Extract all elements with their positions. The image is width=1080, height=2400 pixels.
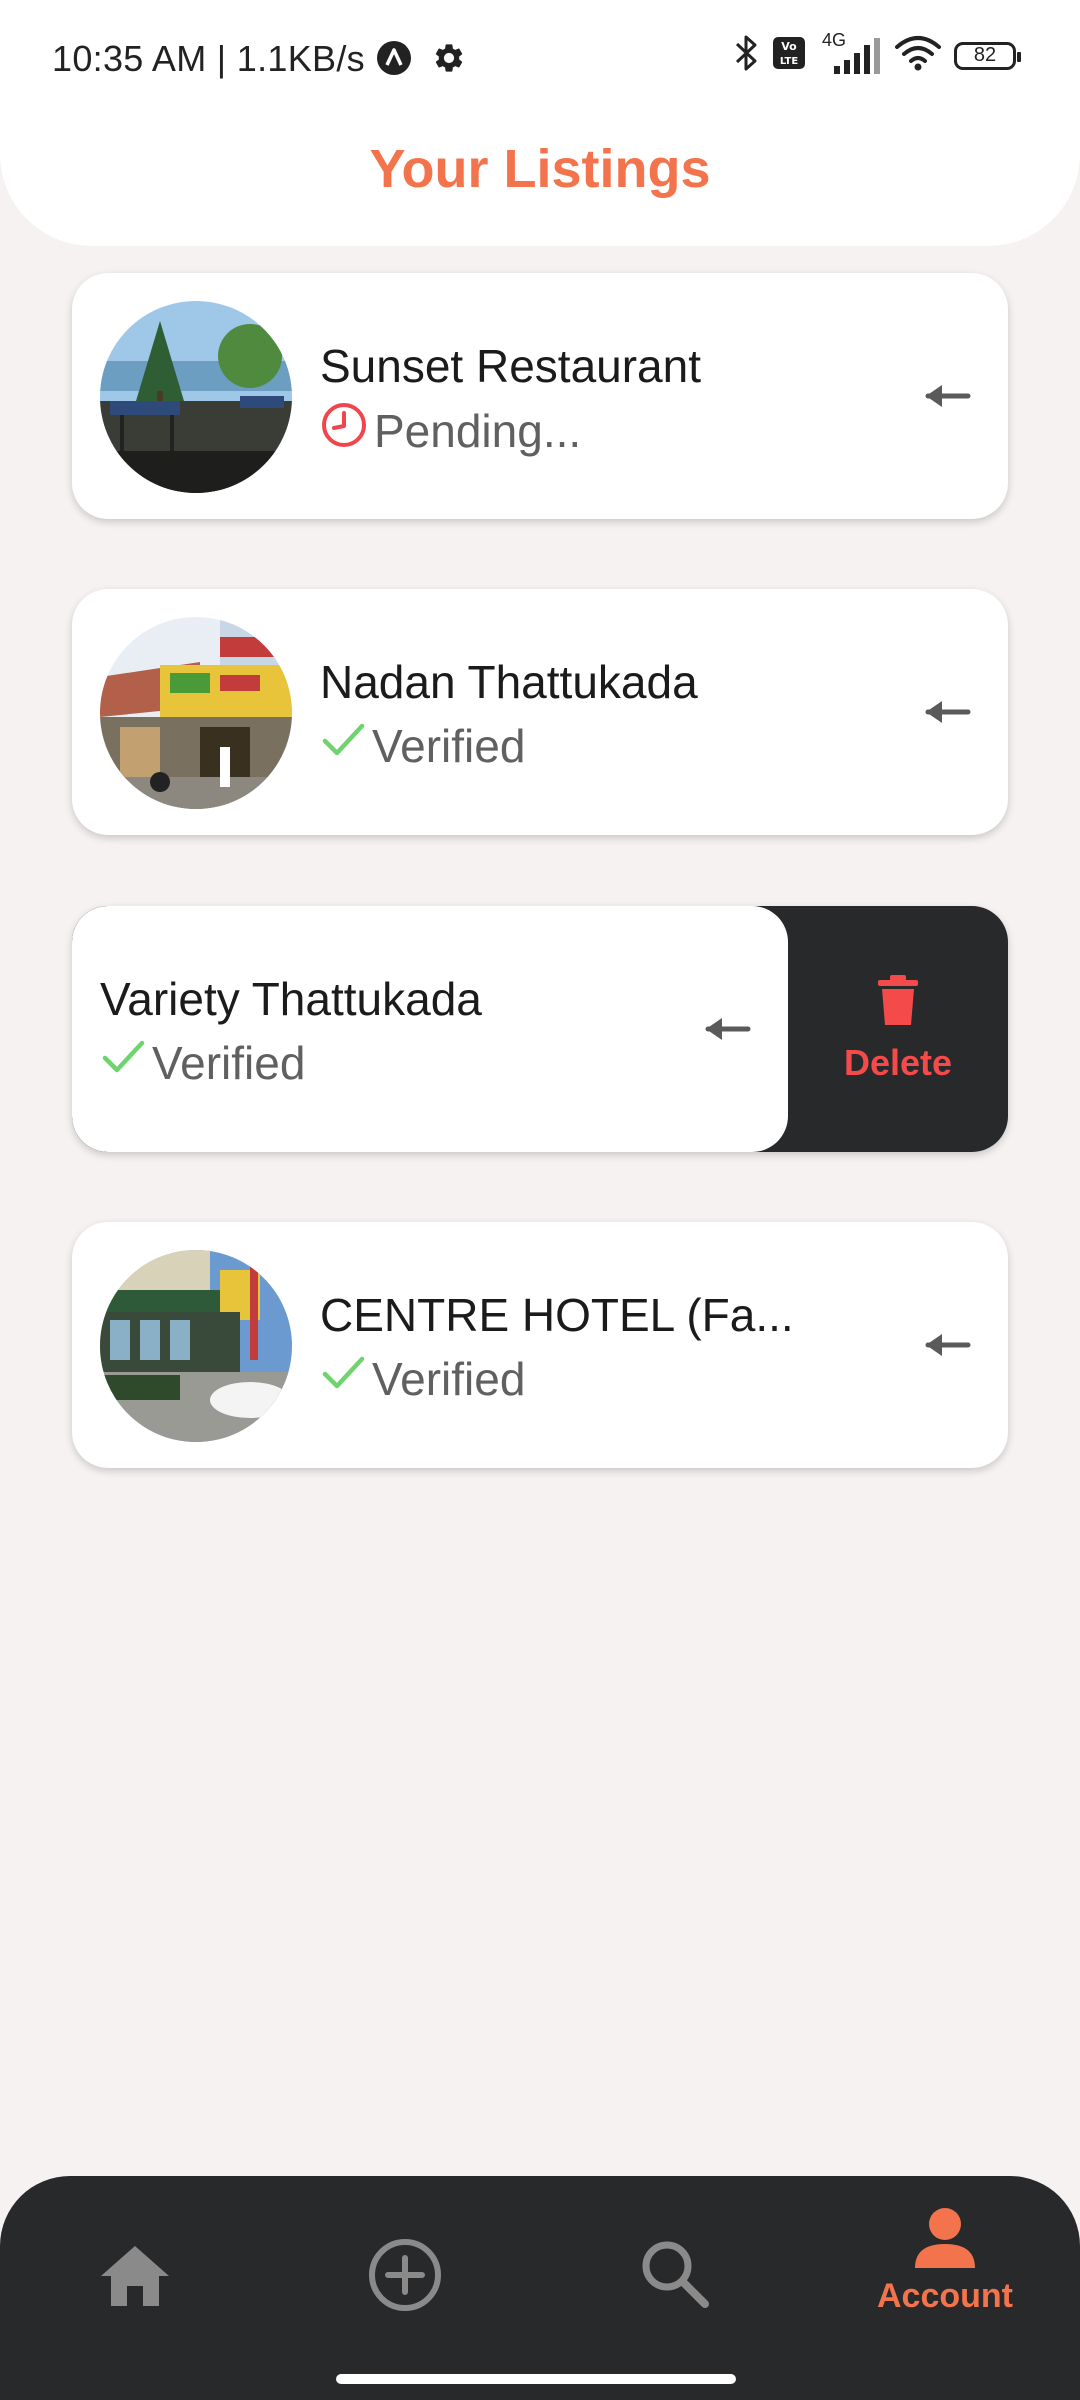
- listing-card[interactable]: Nadan Thattukada Verified: [72, 589, 1008, 835]
- home-indicator[interactable]: [336, 2374, 736, 2384]
- listing-card[interactable]: CENTRE HOTEL (Fa... Verified: [72, 1222, 1008, 1468]
- listing-name: Nadan Thattukada: [320, 656, 698, 708]
- check-icon: [320, 717, 366, 774]
- listing-card-swiped[interactable]: Delete Variety Thattukada Verified: [72, 906, 1008, 1152]
- status-bar: 10:35 AM | 1.1KB/s Vo LTE 4G 82: [0, 0, 1080, 120]
- svg-text:Vo: Vo: [781, 40, 797, 53]
- nav-search[interactable]: [585, 2238, 765, 2315]
- arrow-left-icon: [924, 376, 972, 416]
- bluetooth-icon: [734, 34, 760, 77]
- search-icon: [639, 2241, 711, 2314]
- arrow-left-icon: [924, 1325, 972, 1365]
- battery-icon: 82: [954, 41, 1021, 70]
- home-icon: [99, 2246, 171, 2312]
- arrow-left-icon: [704, 1009, 752, 1049]
- header: 10:35 AM | 1.1KB/s Vo LTE 4G 82 Your Lis…: [0, 0, 1080, 246]
- listing-status: Pending...: [374, 404, 582, 457]
- volte-icon: Vo LTE: [772, 36, 806, 75]
- delete-label: Delete: [843, 1041, 953, 1083]
- nav-account[interactable]: Account: [855, 2206, 1035, 2316]
- arrow-left-icon: [924, 692, 972, 732]
- listing-thumbnail: [100, 617, 292, 809]
- settings-gear-icon: [432, 41, 466, 80]
- trash-icon: [876, 974, 920, 1032]
- delete-button[interactable]: Delete: [788, 906, 1008, 1152]
- listing-status: Verified: [152, 1036, 306, 1089]
- battery-level: 82: [973, 44, 997, 66]
- app-notification-icon: [376, 40, 412, 81]
- wifi-icon: [894, 34, 942, 77]
- check-icon: [100, 1034, 146, 1091]
- bottom-nav: Account: [0, 2176, 1080, 2400]
- clock-icon: [320, 401, 368, 460]
- listing-thumbnail: [100, 1250, 292, 1442]
- listing-card[interactable]: Sunset Restaurant Pending...: [72, 273, 1008, 519]
- signal-4g-icon: 4G: [818, 30, 882, 76]
- check-icon: [320, 1350, 366, 1407]
- nav-account-label: Account: [877, 2277, 1013, 2315]
- listing-status: Verified: [372, 1352, 526, 1405]
- listing-content[interactable]: Variety Thattukada Verified: [72, 906, 788, 1152]
- svg-text:LTE: LTE: [780, 56, 799, 67]
- listing-name: CENTRE HOTEL (Fa...: [320, 1289, 794, 1341]
- add-circle-icon: [368, 2239, 442, 2316]
- listing-thumbnail: [100, 301, 292, 493]
- listing-name: Variety Thattukada: [100, 973, 482, 1025]
- status-time: 10:35 AM | 1.1KB/s: [52, 38, 365, 79]
- account-icon: [913, 2208, 977, 2274]
- listing-name: Sunset Restaurant: [320, 340, 702, 392]
- nav-home[interactable]: [45, 2244, 225, 2313]
- nav-add[interactable]: [315, 2238, 495, 2317]
- listing-status: Verified: [372, 719, 526, 772]
- page-title: Your Listings: [369, 139, 711, 199]
